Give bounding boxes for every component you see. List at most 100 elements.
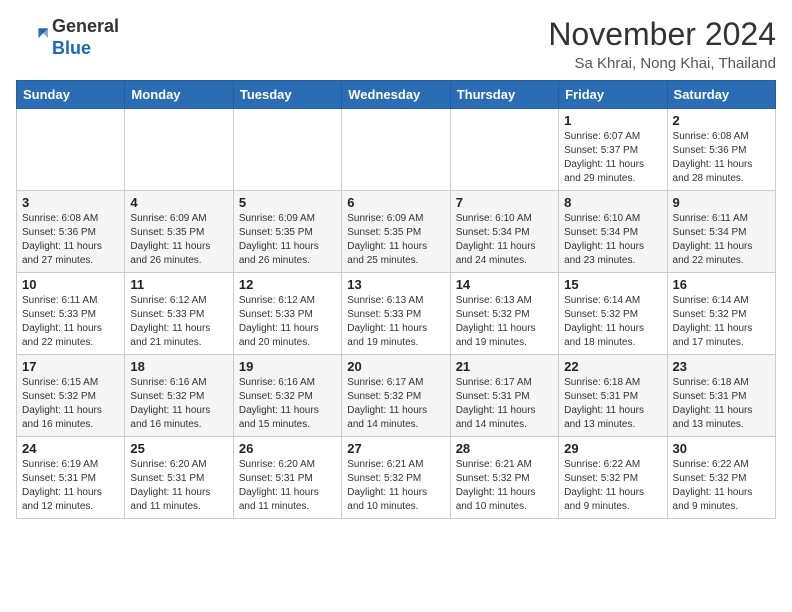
day-info: Sunrise: 6:09 AM Sunset: 5:35 PM Dayligh… bbox=[239, 212, 336, 268]
day-number: 17 bbox=[22, 359, 119, 374]
day-number: 12 bbox=[239, 277, 336, 292]
day-cell: 11 Sunrise: 6:12 AM Sunset: 5:33 PM Dayli… bbox=[125, 273, 233, 355]
day-info: Sunrise: 6:17 AM Sunset: 5:32 PM Dayligh… bbox=[347, 376, 444, 432]
day-number: 13 bbox=[347, 277, 444, 292]
day-cell: 27 Sunrise: 6:21 AM Sunset: 5:32 PM Dayli… bbox=[342, 437, 450, 519]
day-cell: 7Sunrise: 6:10 AM Sunset: 5:34 PM Daylig… bbox=[450, 191, 558, 273]
day-number: 18 bbox=[130, 359, 227, 374]
day-cell: 8 Sunrise: 6:10 AM Sunset: 5:34 PM Daylig… bbox=[559, 191, 667, 273]
day-cell: 19 Sunrise: 6:16 AM Sunset: 5:32 PM Dayli… bbox=[233, 355, 341, 437]
weekday-header-wednesday: Wednesday bbox=[342, 81, 450, 109]
day-cell bbox=[17, 109, 125, 191]
day-number: 14 bbox=[456, 277, 553, 292]
day-cell: 30Sunrise: 6:22 AM Sunset: 5:32 PM Dayli… bbox=[667, 437, 775, 519]
day-number: 26 bbox=[239, 441, 336, 456]
logo: General Blue bbox=[16, 16, 119, 59]
day-info: Sunrise: 6:21 AM Sunset: 5:32 PM Dayligh… bbox=[456, 458, 553, 514]
day-number: 15 bbox=[564, 277, 661, 292]
day-info: Sunrise: 6:14 AM Sunset: 5:32 PM Dayligh… bbox=[673, 294, 770, 350]
day-number: 19 bbox=[239, 359, 336, 374]
day-cell bbox=[450, 109, 558, 191]
day-info: Sunrise: 6:22 AM Sunset: 5:32 PM Dayligh… bbox=[564, 458, 661, 514]
day-cell: 16 Sunrise: 6:14 AM Sunset: 5:32 PM Dayli… bbox=[667, 273, 775, 355]
day-info: Sunrise: 6:14 AM Sunset: 5:32 PM Dayligh… bbox=[564, 294, 661, 350]
day-cell: 21 Sunrise: 6:17 AM Sunset: 5:31 PM Dayli… bbox=[450, 355, 558, 437]
day-info: Sunrise: 6:18 AM Sunset: 5:31 PM Dayligh… bbox=[673, 376, 770, 432]
day-cell: 13 Sunrise: 6:13 AM Sunset: 5:33 PM Dayli… bbox=[342, 273, 450, 355]
day-cell: 22Sunrise: 6:18 AM Sunset: 5:31 PM Dayli… bbox=[559, 355, 667, 437]
week-row-5: 24Sunrise: 6:19 AM Sunset: 5:31 PM Dayli… bbox=[17, 437, 776, 519]
day-number: 25 bbox=[130, 441, 227, 456]
day-info: Sunrise: 6:18 AM Sunset: 5:31 PM Dayligh… bbox=[564, 376, 661, 432]
calendar-table: SundayMondayTuesdayWednesdayThursdayFrid… bbox=[16, 80, 776, 519]
day-number: 8 bbox=[564, 195, 661, 210]
day-cell: 28 Sunrise: 6:21 AM Sunset: 5:32 PM Dayli… bbox=[450, 437, 558, 519]
week-row-3: 10 Sunrise: 6:11 AM Sunset: 5:33 PM Dayli… bbox=[17, 273, 776, 355]
day-cell: 1 Sunrise: 6:07 AM Sunset: 5:37 PM Daylig… bbox=[559, 109, 667, 191]
day-info: Sunrise: 6:08 AM Sunset: 5:36 PM Dayligh… bbox=[22, 212, 119, 268]
weekday-header-tuesday: Tuesday bbox=[233, 81, 341, 109]
day-info: Sunrise: 6:12 AM Sunset: 5:33 PM Dayligh… bbox=[130, 294, 227, 350]
day-info: Sunrise: 6:21 AM Sunset: 5:32 PM Dayligh… bbox=[347, 458, 444, 514]
day-cell: 23 Sunrise: 6:18 AM Sunset: 5:31 PM Dayli… bbox=[667, 355, 775, 437]
day-number: 7 bbox=[456, 195, 553, 210]
logo-blue: Blue bbox=[52, 38, 119, 60]
day-cell: 15 Sunrise: 6:14 AM Sunset: 5:32 PM Dayli… bbox=[559, 273, 667, 355]
day-cell: 20 Sunrise: 6:17 AM Sunset: 5:32 PM Dayli… bbox=[342, 355, 450, 437]
logo-icon bbox=[16, 22, 48, 54]
day-cell: 4 Sunrise: 6:09 AM Sunset: 5:35 PM Daylig… bbox=[125, 191, 233, 273]
weekday-header-monday: Monday bbox=[125, 81, 233, 109]
day-cell: 29 Sunrise: 6:22 AM Sunset: 5:32 PM Dayli… bbox=[559, 437, 667, 519]
title-block: November 2024 Sa Khrai, Nong Khai, Thail… bbox=[548, 16, 776, 72]
day-number: 2 bbox=[673, 113, 770, 128]
day-info: Sunrise: 6:15 AM Sunset: 5:32 PM Dayligh… bbox=[22, 376, 119, 432]
day-number: 21 bbox=[456, 359, 553, 374]
day-info: Sunrise: 6:10 AM Sunset: 5:34 PM Dayligh… bbox=[564, 212, 661, 268]
day-number: 16 bbox=[673, 277, 770, 292]
day-cell: 14 Sunrise: 6:13 AM Sunset: 5:32 PM Dayli… bbox=[450, 273, 558, 355]
day-number: 20 bbox=[347, 359, 444, 374]
day-cell: 5 Sunrise: 6:09 AM Sunset: 5:35 PM Daylig… bbox=[233, 191, 341, 273]
day-info: Sunrise: 6:20 AM Sunset: 5:31 PM Dayligh… bbox=[239, 458, 336, 514]
day-number: 1 bbox=[564, 113, 661, 128]
day-cell: 9 Sunrise: 6:11 AM Sunset: 5:34 PM Daylig… bbox=[667, 191, 775, 273]
day-cell: 10 Sunrise: 6:11 AM Sunset: 5:33 PM Dayli… bbox=[17, 273, 125, 355]
page-header: General Blue November 2024 Sa Khrai, Non… bbox=[16, 16, 776, 72]
day-info: Sunrise: 6:16 AM Sunset: 5:32 PM Dayligh… bbox=[239, 376, 336, 432]
day-info: Sunrise: 6:20 AM Sunset: 5:31 PM Dayligh… bbox=[130, 458, 227, 514]
day-info: Sunrise: 6:08 AM Sunset: 5:36 PM Dayligh… bbox=[673, 130, 770, 186]
day-info: Sunrise: 6:13 AM Sunset: 5:33 PM Dayligh… bbox=[347, 294, 444, 350]
day-info: Sunrise: 6:13 AM Sunset: 5:32 PM Dayligh… bbox=[456, 294, 553, 350]
day-info: Sunrise: 6:09 AM Sunset: 5:35 PM Dayligh… bbox=[130, 212, 227, 268]
day-number: 6 bbox=[347, 195, 444, 210]
day-number: 23 bbox=[673, 359, 770, 374]
day-info: Sunrise: 6:17 AM Sunset: 5:31 PM Dayligh… bbox=[456, 376, 553, 432]
day-cell bbox=[125, 109, 233, 191]
week-row-1: 1 Sunrise: 6:07 AM Sunset: 5:37 PM Daylig… bbox=[17, 109, 776, 191]
day-number: 27 bbox=[347, 441, 444, 456]
day-number: 29 bbox=[564, 441, 661, 456]
day-info: Sunrise: 6:16 AM Sunset: 5:32 PM Dayligh… bbox=[130, 376, 227, 432]
day-info: Sunrise: 6:09 AM Sunset: 5:35 PM Dayligh… bbox=[347, 212, 444, 268]
day-cell: 17 Sunrise: 6:15 AM Sunset: 5:32 PM Dayli… bbox=[17, 355, 125, 437]
day-cell: 18 Sunrise: 6:16 AM Sunset: 5:32 PM Dayli… bbox=[125, 355, 233, 437]
weekday-header-thursday: Thursday bbox=[450, 81, 558, 109]
day-number: 30 bbox=[673, 441, 770, 456]
day-cell bbox=[342, 109, 450, 191]
day-number: 11 bbox=[130, 277, 227, 292]
day-number: 5 bbox=[239, 195, 336, 210]
weekday-header-sunday: Sunday bbox=[17, 81, 125, 109]
day-number: 4 bbox=[130, 195, 227, 210]
week-row-4: 17 Sunrise: 6:15 AM Sunset: 5:32 PM Dayli… bbox=[17, 355, 776, 437]
day-number: 28 bbox=[456, 441, 553, 456]
day-number: 9 bbox=[673, 195, 770, 210]
day-info: Sunrise: 6:07 AM Sunset: 5:37 PM Dayligh… bbox=[564, 130, 661, 186]
day-info: Sunrise: 6:12 AM Sunset: 5:33 PM Dayligh… bbox=[239, 294, 336, 350]
day-number: 10 bbox=[22, 277, 119, 292]
day-cell bbox=[233, 109, 341, 191]
day-number: 3 bbox=[22, 195, 119, 210]
day-info: Sunrise: 6:11 AM Sunset: 5:34 PM Dayligh… bbox=[673, 212, 770, 268]
week-row-2: 3 Sunrise: 6:08 AM Sunset: 5:36 PM Daylig… bbox=[17, 191, 776, 273]
day-info: Sunrise: 6:11 AM Sunset: 5:33 PM Dayligh… bbox=[22, 294, 119, 350]
day-cell: 12 Sunrise: 6:12 AM Sunset: 5:33 PM Dayli… bbox=[233, 273, 341, 355]
